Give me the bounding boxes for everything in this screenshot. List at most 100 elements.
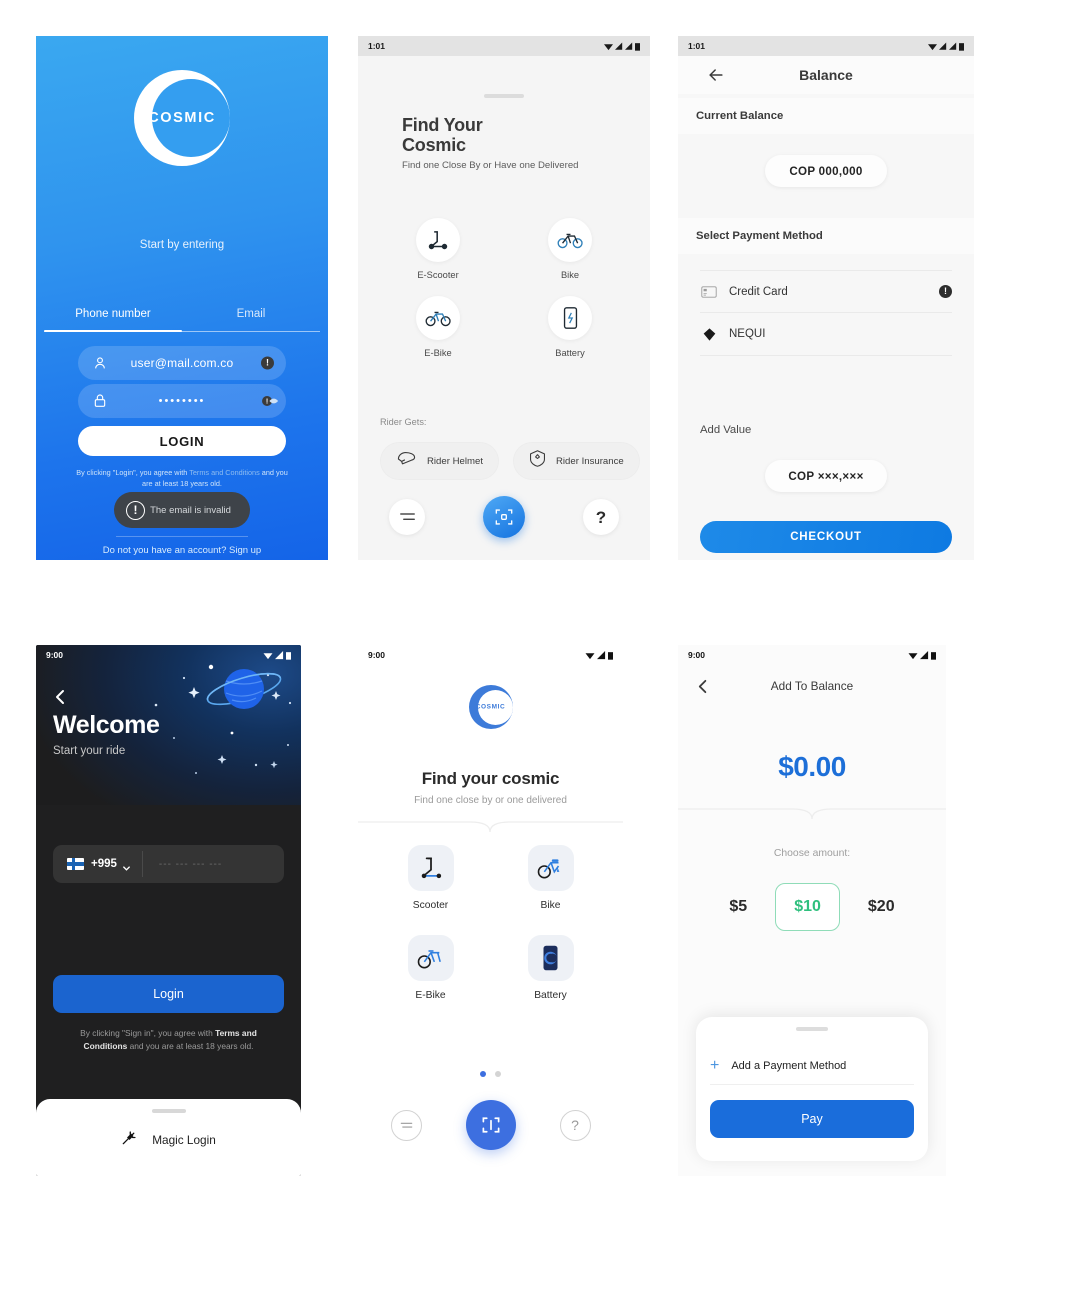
email-field[interactable]: user@mail.com.co ! <box>78 346 286 380</box>
signal-icon <box>597 650 606 659</box>
payment-method-credit-card[interactable]: Credit Card ! <box>700 270 952 313</box>
menu-icon[interactable] <box>389 499 425 535</box>
chip-label: Rider Insurance <box>555 455 624 467</box>
amount-option-5[interactable]: $5 <box>729 898 747 916</box>
balance-value[interactable]: COP 000,000 <box>765 155 887 187</box>
vehicle-option-battery[interactable]: Battery <box>516 935 586 1001</box>
scan-icon[interactable] <box>465 1100 516 1150</box>
chip-label: Rider Helmet <box>427 455 483 467</box>
terms-link[interactable]: Terms and Conditions <box>189 468 260 477</box>
vehicle-option-e-bike[interactable]: E-Bike <box>396 935 466 1001</box>
vehicle-grid: Scooter Bike E-Bike Battery <box>358 845 623 1025</box>
help-icon[interactable]: ? <box>559 1109 591 1141</box>
page-dot-active[interactable] <box>480 1071 486 1077</box>
tab-phone-number[interactable]: Phone number <box>44 308 182 320</box>
vehicle-option-bike[interactable]: Bike <box>535 218 605 280</box>
menu-icon[interactable] <box>390 1109 422 1141</box>
status-bar: 1:01 <box>358 36 650 56</box>
page-subtitle: Find one close by or one delivered <box>414 795 567 806</box>
vehicle-option-e-scooter[interactable]: E-Scooter <box>403 218 473 280</box>
terms-text: By clicking "Sign in", you agree with Te… <box>58 1027 279 1053</box>
vehicle-row: E-Bike Battery <box>358 935 623 1001</box>
page-dot[interactable] <box>495 1071 501 1077</box>
help-icon[interactable]: ? <box>583 499 619 535</box>
password-value: •••••••• <box>158 395 206 407</box>
wifi-icon <box>604 43 613 50</box>
page-title: Balance <box>799 67 853 83</box>
error-toast-message: The email is invalid <box>150 504 231 516</box>
login-button[interactable]: LOGIN <box>78 426 286 456</box>
vehicle-option-bike[interactable]: Bike <box>516 845 586 911</box>
screen-add-to-balance: 9:00 Add To Balance $0.00 Choose amount:… <box>678 645 946 1176</box>
terms-text: By clicking "Login", you agree with Term… <box>74 468 290 489</box>
add-payment-method-row[interactable]: + Add a Payment Method <box>710 1047 914 1085</box>
vehicle-label: Battery <box>555 348 585 358</box>
checkout-button[interactable]: CHECKOUT <box>700 521 952 553</box>
password-field[interactable]: •••••••• ! <box>78 384 286 418</box>
status-time: 9:00 <box>368 650 386 660</box>
status-bar: 1:01 <box>678 36 974 56</box>
login-button[interactable]: Login <box>53 975 284 1013</box>
help-glyph: ? <box>595 507 607 527</box>
vehicle-row: E-Scooter Bike <box>358 218 650 280</box>
screen-balance: 1:01 Balance Current Balance COP 000,000… <box>678 36 974 560</box>
amount-option-10-selected[interactable]: $10 <box>775 883 840 931</box>
arrow-left-icon[interactable] <box>706 65 726 85</box>
add-payment-method-label: Add a Payment Method <box>731 1059 847 1072</box>
terms-suffix: and you are at least 18 years old. <box>127 1041 254 1052</box>
info-icon[interactable]: ! <box>939 285 952 298</box>
chip-rider-insurance[interactable]: Rider Insurance <box>512 442 640 480</box>
vehicle-label: Bike <box>540 900 561 911</box>
status-time: 1:01 <box>688 41 706 51</box>
section-select-payment: Select Payment Method <box>678 218 974 254</box>
email-value: user@mail.com.co <box>130 356 234 370</box>
auth-tabs: Phone number Email <box>44 308 320 320</box>
sheet-grabber[interactable] <box>484 94 524 98</box>
magic-login-label: Magic Login <box>152 1133 216 1147</box>
payment-method-nequi[interactable]: NEQUI <box>700 313 952 356</box>
screen-welcome: 9:00 Welcome Start your ride +995 --- --… <box>36 645 301 1176</box>
chevron-left-icon[interactable] <box>696 679 711 694</box>
screens-canvas: COSMIC Start by entering Phone number Em… <box>0 0 1080 1306</box>
sheet-notch-divider <box>358 821 623 833</box>
country-code[interactable]: +995 <box>91 858 117 870</box>
chevron-down-icon[interactable] <box>122 860 131 871</box>
moon-icon: COSMIC <box>134 70 230 166</box>
phone-input[interactable]: +995 --- --- --- --- <box>53 845 284 883</box>
sheet-notch-divider <box>678 808 946 820</box>
tab-email[interactable]: Email <box>182 308 320 320</box>
amount-option-20[interactable]: $20 <box>868 898 895 916</box>
signal2-icon <box>625 42 633 50</box>
rider-gets-chips: Rider Helmet Rider Insurance <box>380 442 650 480</box>
signup-link[interactable]: Do not you have an account? Sign up <box>36 545 328 556</box>
signal-icon <box>275 650 284 659</box>
vehicle-option-e-bike[interactable]: E-Bike <box>403 296 473 358</box>
toggle-password-visibility-icon[interactable]: ! <box>260 395 282 408</box>
email-error-badge[interactable]: ! <box>261 356 274 370</box>
vehicle-option-battery[interactable]: Battery <box>535 296 605 358</box>
add-value-input[interactable]: COP ×××,××× <box>765 460 887 492</box>
help-glyph: ? <box>571 1117 579 1133</box>
signal-icon <box>920 650 929 659</box>
scan-icon[interactable] <box>483 496 525 538</box>
vehicle-option-scooter[interactable]: Scooter <box>396 845 466 911</box>
battery-icon <box>286 651 291 660</box>
battery-icon <box>959 42 964 51</box>
status-bar: 9:00 <box>678 645 946 665</box>
sheet-grabber[interactable] <box>796 1027 828 1031</box>
shield-icon <box>529 449 546 473</box>
signal-icon <box>939 42 947 50</box>
app-bar: Add To Balance <box>678 669 946 703</box>
magic-login-row[interactable]: Magic Login <box>36 1129 301 1151</box>
pay-button[interactable]: Pay <box>710 1100 914 1138</box>
amount-options: $5 $10 $20 <box>678 883 946 931</box>
vehicle-grid: E-Scooter Bike E-Bike Battery <box>358 218 650 374</box>
status-icons <box>928 42 964 51</box>
magic-wand-icon <box>121 1129 138 1151</box>
chevron-left-icon[interactable] <box>53 689 69 705</box>
chip-rider-helmet[interactable]: Rider Helmet <box>380 442 499 480</box>
vehicle-label: E-Bike <box>415 990 446 1001</box>
sheet-grabber[interactable] <box>151 1109 186 1113</box>
magic-login-sheet: Magic Login <box>36 1099 301 1176</box>
wifi-icon <box>928 43 937 50</box>
